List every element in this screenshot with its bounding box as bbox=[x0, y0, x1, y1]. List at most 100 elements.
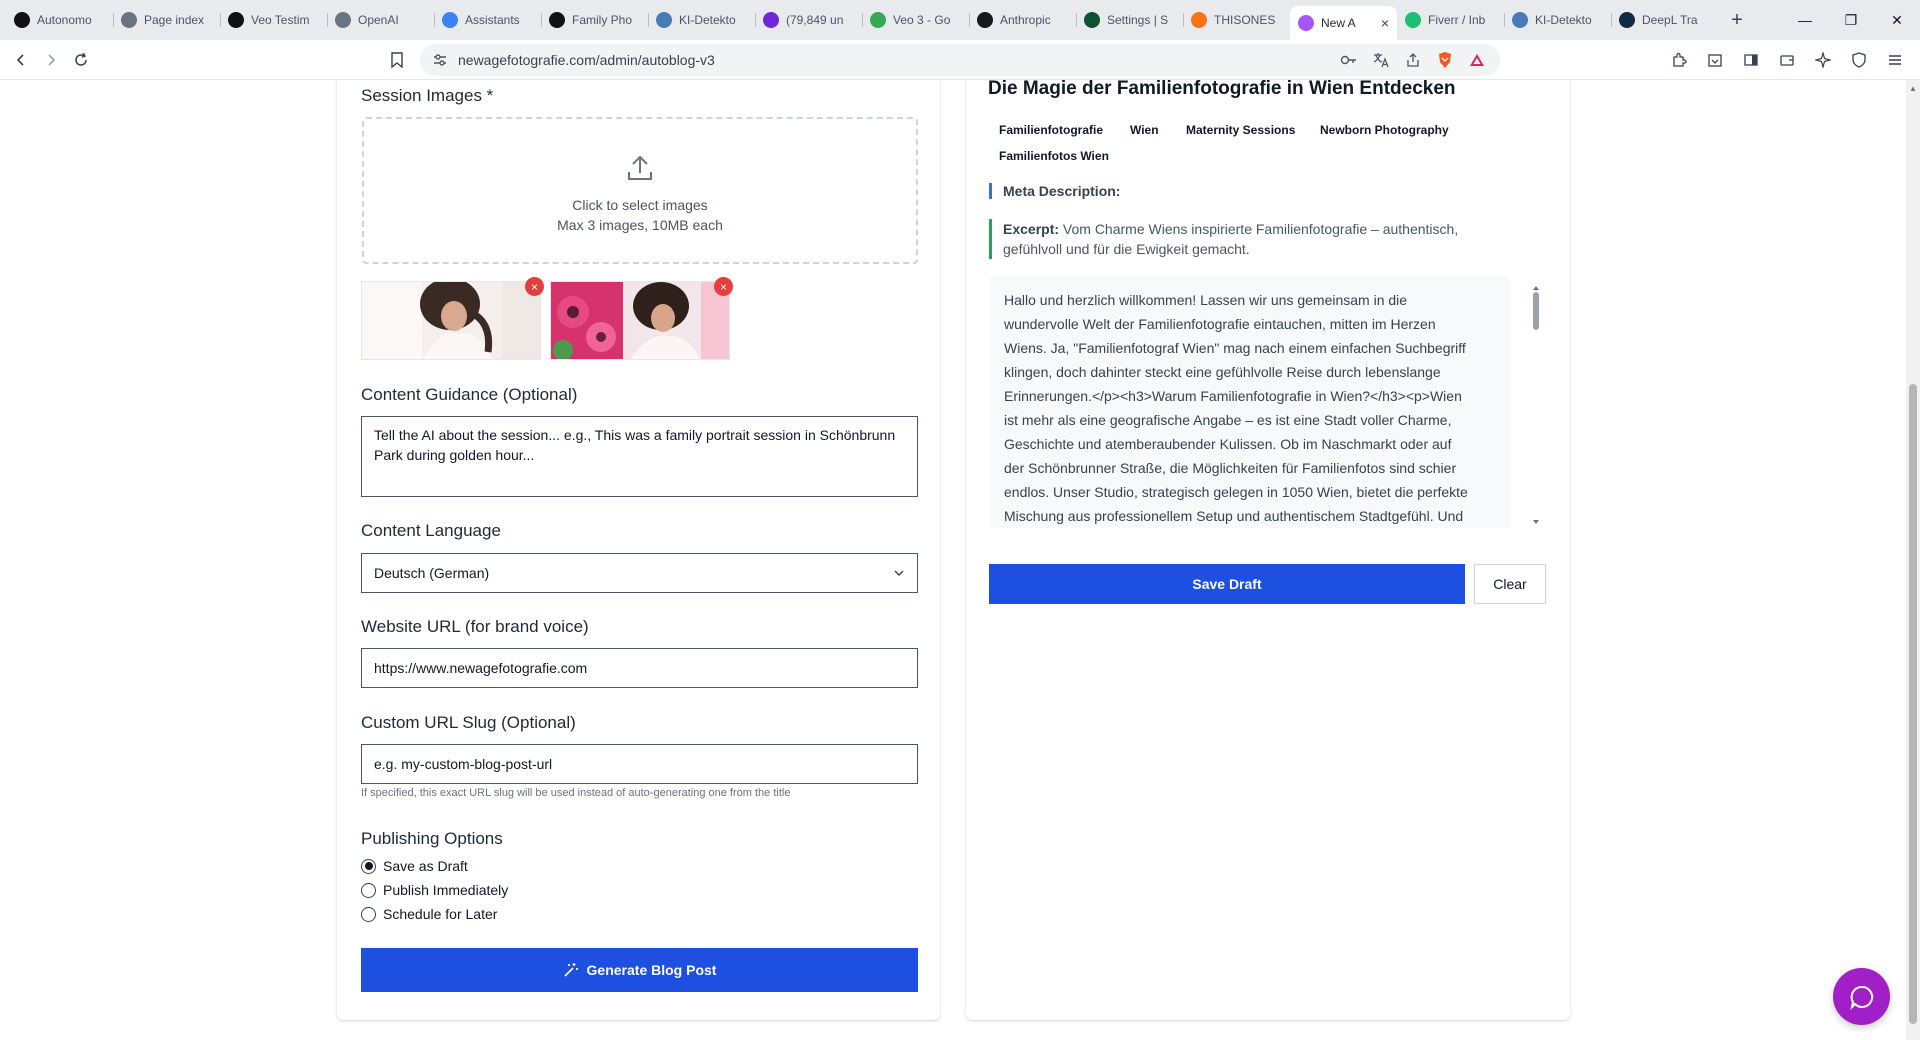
page-scrollbar[interactable]: ▲ bbox=[1906, 80, 1920, 1040]
generate-blog-post-button[interactable]: Generate Blog Post bbox=[361, 948, 918, 992]
uploaded-image-thumbnail bbox=[361, 281, 541, 360]
tag: Newborn Photography bbox=[1320, 123, 1449, 137]
content-line: Mischung aus professionellem Setup und a… bbox=[1004, 508, 1464, 524]
wallet-icon[interactable] bbox=[1772, 45, 1802, 75]
url-text[interactable]: newagefotografie.com/admin/autoblog-v3 bbox=[458, 52, 1328, 68]
browser-tab[interactable]: Assistants bbox=[434, 5, 541, 35]
radio-button[interactable] bbox=[361, 858, 376, 874]
radio-button[interactable] bbox=[361, 882, 376, 898]
brave-shields-icon[interactable] bbox=[1434, 49, 1456, 71]
leo-ai-icon[interactable] bbox=[1808, 45, 1838, 75]
tab-title: Settings | S bbox=[1107, 13, 1169, 27]
browser-tab[interactable]: KI-Detekto bbox=[1504, 5, 1611, 35]
content-scrollbar-thumb[interactable] bbox=[1533, 292, 1539, 330]
forward-button[interactable] bbox=[36, 45, 66, 75]
share-icon[interactable] bbox=[1402, 49, 1424, 71]
excerpt-label: Excerpt: bbox=[1003, 221, 1060, 237]
content-language-value: Deutsch (German) bbox=[374, 565, 490, 581]
minimize-button[interactable]: — bbox=[1782, 0, 1828, 40]
downloads-icon[interactable] bbox=[1700, 45, 1730, 75]
browser-tab[interactable]: Page index bbox=[113, 5, 220, 35]
radio-schedule-later[interactable]: Schedule for Later bbox=[361, 906, 497, 922]
tab-title: (79,849 un bbox=[786, 13, 844, 27]
tab-title: KI-Detekto bbox=[1535, 13, 1592, 27]
page-scrollbar-thumb[interactable] bbox=[1909, 384, 1917, 1024]
tab-title: DeepL Tra bbox=[1642, 13, 1698, 27]
content-language-select[interactable]: Deutsch (German) bbox=[361, 553, 918, 593]
sidebar-toggle-icon[interactable] bbox=[1736, 45, 1766, 75]
scroll-up-arrow[interactable]: ▲ bbox=[1909, 84, 1917, 93]
content-preview-box[interactable]: Hallo und herzlich willkommen! Lassen wi… bbox=[990, 276, 1510, 528]
translate-icon[interactable] bbox=[1370, 49, 1392, 71]
restore-button[interactable]: ❐ bbox=[1828, 0, 1874, 40]
extensions-icon[interactable] bbox=[1664, 45, 1694, 75]
bookmark-button[interactable] bbox=[382, 45, 412, 75]
browser-tab[interactable]: THISONES bbox=[1183, 5, 1290, 35]
preview-title: Die Magie der Familienfotografie in Wien… bbox=[988, 80, 1456, 99]
browser-tab[interactable]: Family Pho bbox=[541, 5, 648, 35]
reload-icon bbox=[75, 52, 87, 66]
settings-site-icon bbox=[1084, 12, 1100, 28]
password-key-icon[interactable] bbox=[1338, 49, 1360, 71]
tab-title: Anthropic bbox=[1000, 13, 1051, 27]
browser-tab[interactable]: Fiverr / Inb bbox=[1397, 5, 1504, 35]
content-line: Erinnerungen.</p><h3>Warum Familienfotog… bbox=[1004, 388, 1462, 404]
fiverr-icon bbox=[1405, 12, 1421, 28]
image-dropzone[interactable]: Click to select images Max 3 images, 10M… bbox=[362, 117, 918, 264]
thisones-icon bbox=[1191, 12, 1207, 28]
vpn-shield-icon[interactable] bbox=[1844, 45, 1874, 75]
window-controls: — ❐ ✕ bbox=[1782, 0, 1920, 40]
radio-save-as-draft[interactable]: Save as Draft bbox=[361, 858, 468, 874]
browser-tab[interactable]: OpenAI bbox=[327, 5, 434, 35]
brave-rewards-icon[interactable] bbox=[1466, 49, 1488, 71]
content-line: Wiens. Ja, "Familienfotograf Wien" mag n… bbox=[1004, 340, 1466, 356]
browser-tab[interactable]: Settings | S bbox=[1076, 5, 1183, 35]
page-index-icon bbox=[121, 12, 137, 28]
uploaded-image-thumbnail bbox=[550, 281, 730, 360]
site-settings-icon[interactable] bbox=[432, 52, 448, 68]
tab-title: KI-Detekto bbox=[679, 13, 736, 27]
browser-tab[interactable]: Veo Testim bbox=[220, 5, 327, 35]
browser-tab[interactable]: Anthropic bbox=[969, 5, 1076, 35]
content-line: ist mehr als eine geografische Angabe – … bbox=[1004, 412, 1452, 428]
tab-title: Family Pho bbox=[572, 13, 633, 27]
menu-icon[interactable] bbox=[1880, 45, 1910, 75]
browser-tab[interactable]: Veo 3 - Go bbox=[862, 5, 969, 35]
openai-icon bbox=[14, 12, 30, 28]
close-tab-icon[interactable]: × bbox=[1381, 15, 1389, 31]
remove-image-button[interactable]: × bbox=[714, 277, 733, 296]
new-tab-button[interactable]: + bbox=[1722, 5, 1752, 35]
tag: Familienfotografie bbox=[999, 123, 1104, 137]
address-bar[interactable]: newagefotografie.com/admin/autoblog-v3 bbox=[420, 44, 1500, 76]
chat-widget-button[interactable] bbox=[1833, 968, 1890, 1025]
browser-tab[interactable]: KI-Detekto bbox=[648, 5, 755, 35]
remove-image-button[interactable]: × bbox=[525, 277, 544, 296]
browser-tab[interactable]: Autonomo bbox=[6, 5, 113, 35]
ki-detektor-icon bbox=[1512, 12, 1528, 28]
website-url-input[interactable]: https://www.newagefotografie.com bbox=[361, 648, 918, 688]
save-draft-button[interactable]: Save Draft bbox=[989, 564, 1465, 604]
magic-wand-icon bbox=[563, 963, 578, 977]
tab-title: Assistants bbox=[465, 13, 520, 27]
content-guidance-label: Content Guidance (Optional) bbox=[361, 385, 578, 404]
content-line: Geschichte und atemberaubender Kulissen.… bbox=[1004, 436, 1452, 452]
tab-title: Veo Testim bbox=[251, 13, 310, 27]
close-window-button[interactable]: ✕ bbox=[1874, 0, 1920, 40]
openai-icon bbox=[335, 12, 351, 28]
excerpt-text: Vom Charme Wiens inspirierte Familienfot… bbox=[1003, 221, 1459, 257]
custom-slug-input[interactable]: e.g. my-custom-blog-post-url bbox=[361, 744, 918, 784]
tag: Maternity Sessions bbox=[1186, 123, 1296, 137]
browser-tab[interactable]: New A × bbox=[1290, 6, 1397, 40]
browser-toolbar: newagefotografie.com/admin/autoblog-v3 bbox=[0, 40, 1920, 80]
google-drive-icon bbox=[870, 12, 886, 28]
content-guidance-textarea[interactable]: Tell the AI about the session... e.g., T… bbox=[361, 416, 918, 497]
back-button[interactable] bbox=[6, 45, 36, 75]
clear-button[interactable]: Clear bbox=[1474, 564, 1546, 604]
content-language-label: Content Language bbox=[361, 521, 501, 540]
radio-publish-immediately[interactable]: Publish Immediately bbox=[361, 882, 508, 898]
content-line: wundervolle Welt der Familienfotografie … bbox=[1004, 316, 1436, 332]
browser-tab[interactable]: (79,849 un bbox=[755, 5, 862, 35]
radio-button[interactable] bbox=[361, 906, 376, 922]
reload-button[interactable] bbox=[66, 45, 96, 75]
browser-tab[interactable]: DeepL Tra bbox=[1611, 5, 1718, 35]
